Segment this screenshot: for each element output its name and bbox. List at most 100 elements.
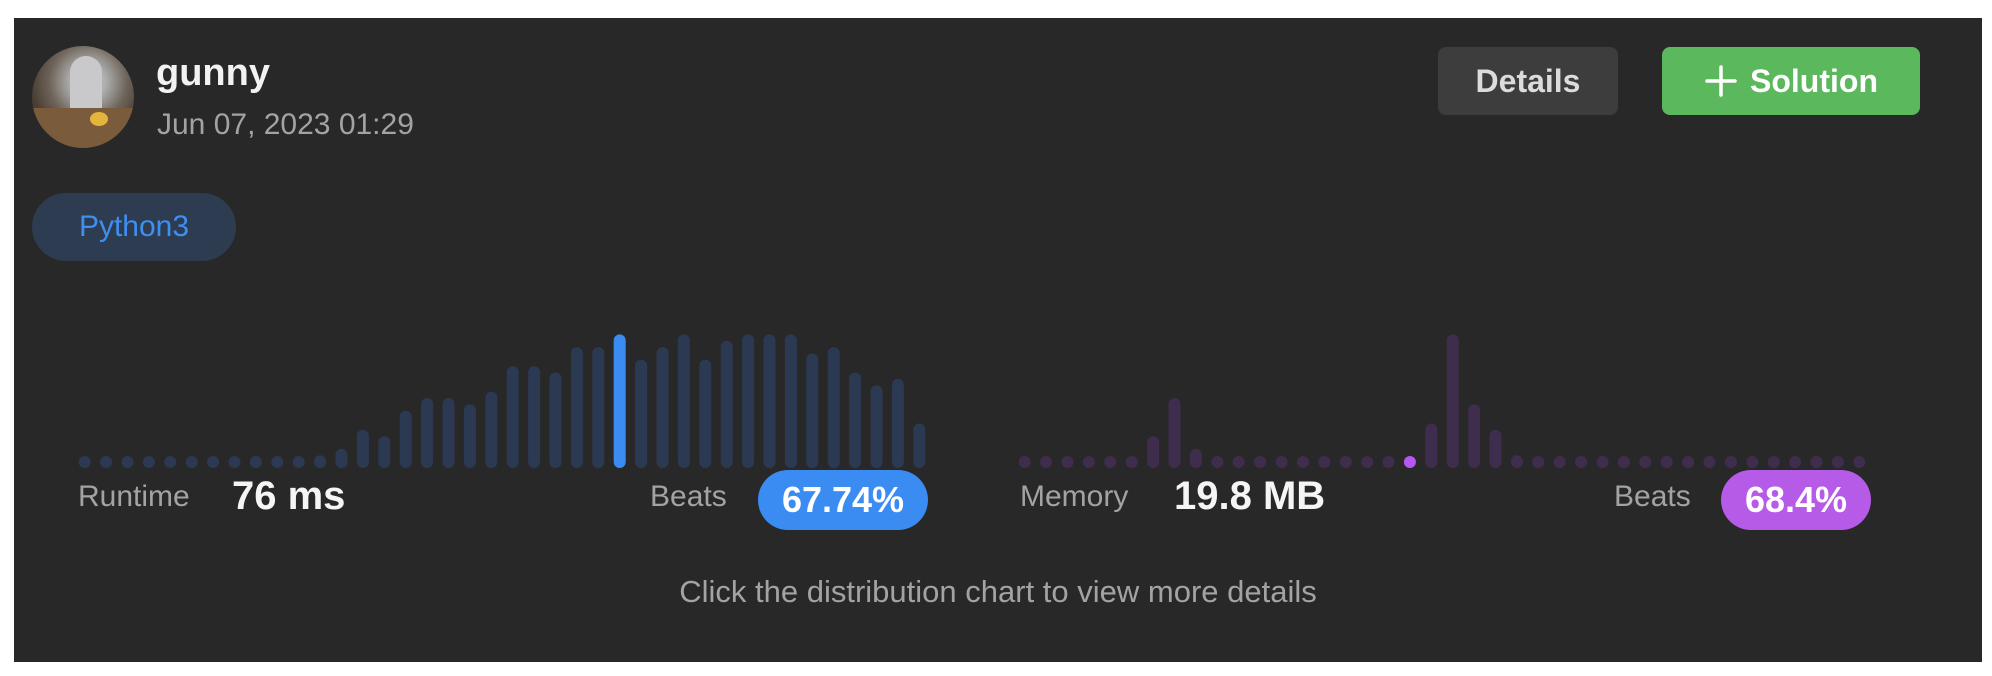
runtime-distribution-bar[interactable] [421, 398, 434, 468]
runtime-distribution-bar[interactable] [763, 334, 776, 468]
runtime-distribution-bar[interactable] [806, 353, 819, 469]
memory-distribution-bar[interactable] [1660, 456, 1673, 468]
memory-distribution-bar[interactable] [1339, 456, 1352, 468]
avatar-figure [70, 56, 102, 114]
memory-distribution-bar[interactable] [1510, 455, 1523, 468]
memory-distribution-bar[interactable] [1468, 404, 1481, 468]
runtime-distribution-bar[interactable] [356, 429, 369, 468]
runtime-distribution-bar[interactable] [913, 423, 926, 469]
memory-distribution-bar[interactable] [1382, 456, 1395, 468]
runtime-distribution-bar[interactable] [442, 398, 455, 468]
memory-distribution-bar[interactable] [1446, 334, 1459, 468]
memory-distribution-bar[interactable] [1061, 456, 1074, 468]
memory-distribution-bar[interactable] [1318, 456, 1331, 468]
runtime-distribution-bar[interactable] [378, 436, 391, 468]
memory-beats-label: Beats [1614, 480, 1691, 513]
runtime-distribution-bar[interactable] [592, 347, 605, 468]
details-button[interactable]: Details [1438, 47, 1618, 115]
memory-distribution-bar[interactable] [1211, 456, 1224, 468]
memory-distribution-bar[interactable] [1853, 456, 1866, 468]
avatar[interactable] [32, 46, 134, 148]
runtime-distribution-bar[interactable] [570, 347, 583, 468]
runtime-beats-label: Beats [650, 480, 727, 513]
runtime-distribution-bar[interactable] [399, 410, 412, 468]
runtime-distribution-bar[interactable] [185, 456, 198, 468]
memory-distribution-bar[interactable] [1361, 456, 1374, 468]
runtime-distribution-bar[interactable] [207, 456, 220, 468]
memory-distribution-bar[interactable] [1810, 456, 1823, 468]
memory-distribution-bar[interactable] [1425, 423, 1438, 469]
runtime-distribution-bar[interactable] [249, 456, 262, 468]
runtime-distribution-bar[interactable] [656, 347, 669, 468]
memory-distribution-bar[interactable] [1639, 456, 1652, 468]
memory-distribution-bar[interactable] [1232, 456, 1245, 468]
memory-distribution-bar[interactable] [1403, 456, 1416, 468]
memory-distribution-bar[interactable] [1489, 429, 1502, 468]
runtime-distribution-bar[interactable] [335, 448, 348, 468]
runtime-value: 76 ms [232, 474, 346, 518]
memory-label: Memory [1020, 480, 1129, 513]
runtime-distribution-bar[interactable] [849, 372, 862, 469]
memory-distribution-bar[interactable] [1189, 448, 1202, 468]
runtime-distribution-bar[interactable] [142, 456, 155, 468]
chart-hint: Click the distribution chart to view mor… [679, 574, 1317, 609]
runtime-distribution-bar[interactable] [100, 456, 113, 468]
memory-distribution-bar[interactable] [1553, 456, 1566, 468]
runtime-distribution-bar[interactable] [314, 455, 327, 468]
memory-distribution-bar[interactable] [1254, 456, 1267, 468]
runtime-distribution-bar[interactable] [891, 378, 904, 468]
runtime-distribution-bar[interactable] [292, 456, 305, 468]
runtime-distribution-bar[interactable] [121, 456, 134, 468]
runtime-distribution-bar[interactable] [635, 359, 648, 468]
memory-distribution-bar[interactable] [1682, 456, 1695, 468]
memory-distribution-bar[interactable] [1575, 456, 1588, 468]
runtime-distribution-bar[interactable] [228, 456, 241, 468]
memory-beats-badge: 68.4% [1721, 470, 1871, 530]
memory-distribution-bar[interactable] [1018, 456, 1031, 468]
memory-distribution-bar[interactable] [1168, 398, 1181, 468]
runtime-distribution-bar[interactable] [549, 372, 562, 469]
runtime-distribution-bar[interactable] [677, 334, 690, 468]
runtime-distribution-bar[interactable] [742, 334, 755, 468]
runtime-distribution-bar[interactable] [485, 391, 498, 468]
memory-distribution-chart[interactable] [1014, 328, 1894, 468]
memory-distribution-bar[interactable] [1147, 436, 1160, 468]
memory-distribution-bar[interactable] [1746, 456, 1759, 468]
runtime-distribution-bar[interactable] [870, 385, 883, 468]
memory-distribution-bar[interactable] [1831, 456, 1844, 468]
memory-distribution-bar[interactable] [1703, 456, 1716, 468]
solution-button-label: Solution [1750, 62, 1878, 99]
memory-distribution-bar[interactable] [1596, 456, 1609, 468]
runtime-distribution-bar[interactable] [720, 340, 733, 468]
memory-distribution-bar[interactable] [1789, 456, 1802, 468]
memory-distribution-bar[interactable] [1040, 456, 1053, 468]
runtime-distribution-bar[interactable] [827, 347, 840, 468]
language-tag[interactable]: Python3 [32, 193, 236, 261]
memory-distribution-bar[interactable] [1275, 456, 1288, 468]
runtime-distribution-bar[interactable] [164, 456, 177, 468]
memory-distribution-bar[interactable] [1296, 456, 1309, 468]
memory-distribution-bar[interactable] [1767, 456, 1780, 468]
runtime-distribution-bar[interactable] [784, 334, 797, 468]
runtime-label: Runtime [78, 480, 190, 513]
avatar-lamp [90, 112, 108, 126]
memory-distribution-bar[interactable] [1617, 456, 1630, 468]
runtime-distribution-bar[interactable] [78, 456, 91, 468]
runtime-distribution-bar[interactable] [463, 404, 476, 468]
runtime-distribution-bar[interactable] [271, 456, 284, 468]
runtime-beats-badge: 67.74% [758, 470, 928, 530]
memory-distribution-bar[interactable] [1125, 456, 1138, 468]
memory-distribution-bar[interactable] [1104, 456, 1117, 468]
username[interactable]: gunny [156, 52, 270, 95]
add-solution-button[interactable]: Solution [1662, 47, 1920, 115]
plus-icon [1705, 65, 1737, 97]
runtime-distribution-bar[interactable] [528, 366, 541, 468]
memory-distribution-bar[interactable] [1082, 456, 1095, 468]
runtime-distribution-bar[interactable] [613, 334, 626, 468]
memory-distribution-bar[interactable] [1532, 456, 1545, 468]
runtime-distribution-bar[interactable] [506, 366, 519, 468]
runtime-distribution-chart[interactable] [74, 328, 954, 468]
memory-distribution-bar[interactable] [1724, 456, 1737, 468]
runtime-distribution-bar[interactable] [699, 359, 712, 468]
memory-value: 19.8 MB [1174, 474, 1326, 518]
